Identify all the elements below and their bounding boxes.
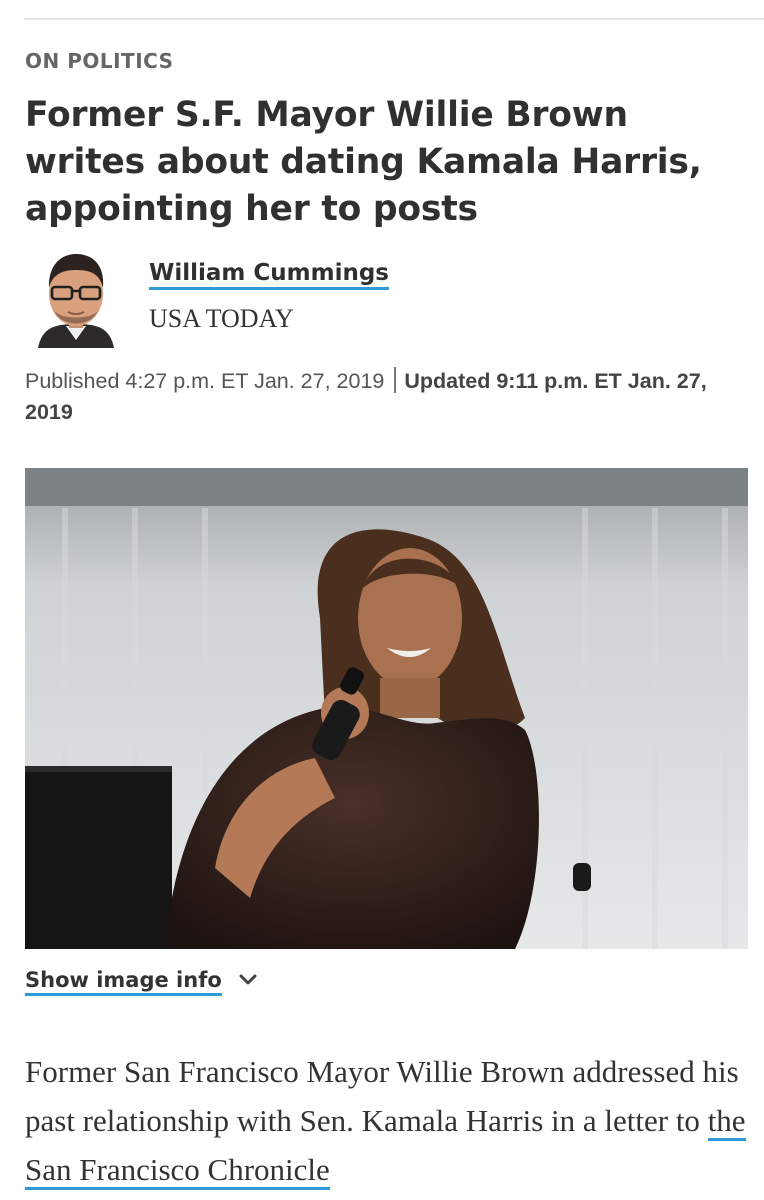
author-avatar[interactable]	[36, 248, 116, 348]
dateline: Published 4:27 p.m. ET Jan. 27, 2019 Upda…	[25, 366, 745, 428]
dateline-divider	[394, 367, 397, 393]
section-label[interactable]: ON POLITICS	[25, 49, 174, 73]
published-timestamp: Published 4:27 p.m. ET Jan. 27, 2019	[25, 369, 385, 393]
author-name-link[interactable]: William Cummings	[149, 260, 389, 290]
chevron-down-icon[interactable]	[238, 972, 258, 988]
show-image-info-link[interactable]: Show image info	[25, 968, 222, 996]
article-body-paragraph: Former San Francisco Mayor Willie Brown …	[25, 1047, 750, 1194]
headline: Former S.F. Mayor Willie Brown writes ab…	[25, 95, 702, 229]
author-organization: USA TODAY	[149, 304, 294, 333]
top-divider	[24, 18, 764, 20]
article-photo[interactable]	[25, 468, 748, 949]
speaker-photo	[25, 468, 748, 949]
article-body-text: Former San Francisco Mayor Willie Brown …	[25, 1054, 739, 1138]
